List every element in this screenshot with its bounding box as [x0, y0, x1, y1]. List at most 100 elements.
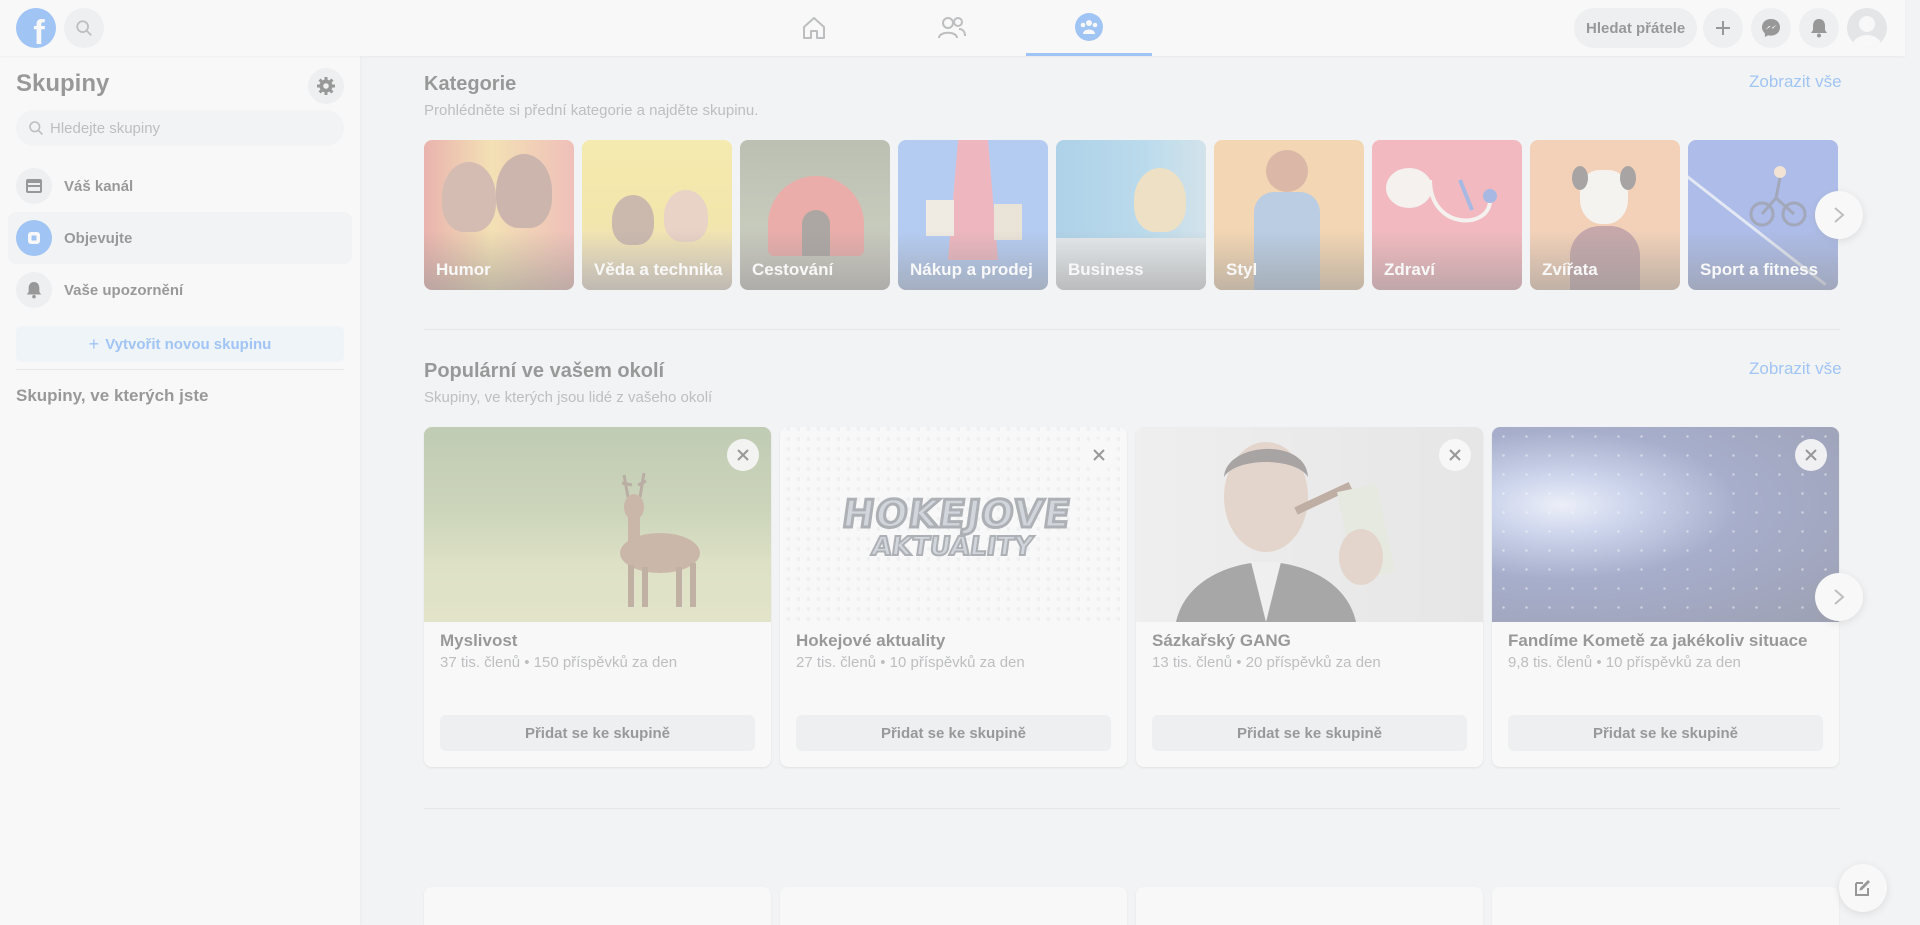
groups-icon [1075, 12, 1103, 41]
group-meta: 27 tis. členů • 10 příspěvků za den [796, 654, 1025, 671]
home-icon [803, 17, 825, 39]
deer-illustration [620, 472, 700, 607]
dog-ear [1572, 166, 1588, 190]
category-card-science[interactable]: Věda a technika [582, 140, 732, 290]
category-label: Zvířata [1542, 260, 1598, 279]
search-button[interactable] [64, 8, 104, 48]
section-divider [424, 808, 1840, 809]
group-name[interactable]: Hokejové aktuality [796, 631, 945, 651]
category-card-health[interactable]: Zdraví [1372, 140, 1522, 290]
feed-icon [16, 168, 52, 204]
group-cover-image[interactable]: HOKEJOVE AKTUALITY [780, 427, 1127, 622]
sidebar-item-notifications[interactable]: Vaše upozornění [8, 264, 352, 316]
group-search-box[interactable] [16, 110, 344, 146]
categories-see-all-link[interactable]: Zobrazit vše [1749, 72, 1842, 92]
person-head [1266, 150, 1308, 192]
popular-title: Populární ve vašem okolí [424, 360, 665, 382]
tab-groups[interactable] [1026, 0, 1152, 56]
sidebar-item-label: Vaše upozornění [64, 281, 184, 299]
create-group-button[interactable]: + Vytvořit novou skupinu [16, 326, 344, 362]
search-icon [76, 20, 92, 36]
close-icon [1805, 449, 1817, 461]
sidebar-item-discover[interactable]: Objevujte [8, 212, 352, 264]
new-message-button[interactable] [1839, 864, 1887, 912]
join-group-button[interactable]: Přidat se ke skupině [440, 715, 755, 751]
categories-subtitle: Prohlédněte si přední kategorie a najdět… [424, 102, 759, 119]
section-divider [424, 329, 1840, 330]
category-label: Business [1068, 260, 1144, 279]
group-card: HOKEJOVE AKTUALITY Hokejové aktuality 27… [780, 427, 1127, 767]
category-label: Humor [436, 260, 491, 279]
join-group-button[interactable]: Přidat se ke skupině [796, 715, 1111, 751]
notifications-button[interactable] [1799, 8, 1839, 48]
categories-header: Kategorie Prohlédněte si přední kategori… [424, 73, 1840, 119]
category-label: Cestování [752, 260, 834, 279]
logo-text-line1: HOKEJOVE [838, 491, 1075, 538]
tab-home[interactable] [751, 0, 877, 56]
group-cover-image[interactable] [1136, 427, 1483, 622]
sidebar-item-feed[interactable]: Váš kanál [8, 160, 352, 212]
group-name[interactable]: Fandíme Kometě za jakékoliv situace [1508, 631, 1808, 651]
find-friends-button[interactable]: Hledat přátele [1574, 8, 1698, 48]
avatar[interactable] [1847, 8, 1887, 48]
popular-next-button[interactable] [1815, 573, 1863, 621]
group-cover-image[interactable] [424, 427, 771, 622]
popular-header: Populární ve vašem okolí Skupiny, ve kte… [424, 360, 1424, 406]
loading-card-placeholder [424, 887, 771, 925]
compose-icon [1855, 880, 1870, 896]
messenger-button[interactable] [1751, 8, 1791, 48]
dismiss-group-button[interactable] [1083, 439, 1115, 471]
popular-see-all-link[interactable]: Zobrazit vše [1749, 359, 1842, 379]
group-card: Sázkařský GANG 13 tis. členů • 20 příspě… [1136, 427, 1483, 767]
person-figure [442, 162, 496, 232]
group-meta: 13 tis. členů • 20 příspěvků za den [1152, 654, 1381, 671]
categories-next-button[interactable] [1815, 191, 1863, 239]
category-card-animals[interactable]: Zvířata [1530, 140, 1680, 290]
join-group-button[interactable]: Přidat se ke skupině [1152, 715, 1467, 751]
dismiss-group-button[interactable] [1439, 439, 1471, 471]
group-cover-image[interactable] [1492, 427, 1839, 622]
category-label: Sport a fitness [1700, 260, 1819, 279]
loading-card-placeholder [780, 887, 1127, 925]
category-card-style[interactable]: Styl [1214, 140, 1364, 290]
discover-icon [16, 220, 52, 256]
group-search-input[interactable] [50, 119, 330, 137]
categories-title: Kategorie [424, 73, 517, 95]
cyclist-icon [1749, 166, 1807, 227]
group-meta: 9,8 tis. členů • 10 příspěvků za den [1508, 654, 1741, 671]
tab-friends[interactable] [889, 0, 1015, 56]
group-name[interactable]: Myslivost [440, 631, 517, 651]
plus-icon: + [88, 333, 100, 354]
create-menu-button[interactable] [1703, 8, 1743, 48]
category-card-humor[interactable]: Humor [424, 140, 574, 290]
dismiss-group-button[interactable] [1795, 439, 1827, 471]
top-navigation-bar: f Hledat přátele [0, 0, 1905, 56]
category-label: Nákup a prodej [910, 260, 1033, 279]
sidebar-divider [16, 369, 344, 370]
group-name[interactable]: Sázkařský GANG [1152, 631, 1291, 651]
man-with-cigar-illustration [1176, 442, 1395, 622]
close-icon [1449, 449, 1461, 461]
loading-card-placeholder [1492, 887, 1839, 925]
hockey-logo: HOKEJOVE AKTUALITY [838, 477, 1075, 577]
joined-groups-heading: Skupiny, ve kterých jste [16, 386, 209, 405]
facebook-logo[interactable]: f [16, 8, 56, 48]
group-card: Fandíme Kometě za jakékoliv situace 9,8 … [1492, 427, 1839, 767]
loading-card-placeholder [1136, 887, 1483, 925]
star-pattern [1492, 427, 1839, 622]
close-icon [737, 449, 749, 461]
sidebar-item-label: Objevujte [64, 229, 133, 247]
logo-text-line2: AKTUALITY [868, 531, 1035, 563]
chevron-right-icon [1834, 207, 1845, 223]
person-figure [496, 154, 552, 228]
join-group-button[interactable]: Přidat se ke skupině [1508, 715, 1823, 751]
groups-sidebar: Skupiny Váš kanál Objevujte Vaše upozorn… [0, 56, 360, 925]
category-label: Styl [1226, 260, 1258, 279]
group-card: Myslivost 37 tis. členů • 150 příspěvků … [424, 427, 771, 767]
category-card-business[interactable]: Business [1056, 140, 1206, 290]
category-card-travel[interactable]: Cestování [740, 140, 890, 290]
settings-button[interactable] [308, 68, 344, 104]
category-card-shopping[interactable]: Nákup a prodej [898, 140, 1048, 290]
category-label: Zdraví [1384, 260, 1436, 279]
dismiss-group-button[interactable] [727, 439, 759, 471]
